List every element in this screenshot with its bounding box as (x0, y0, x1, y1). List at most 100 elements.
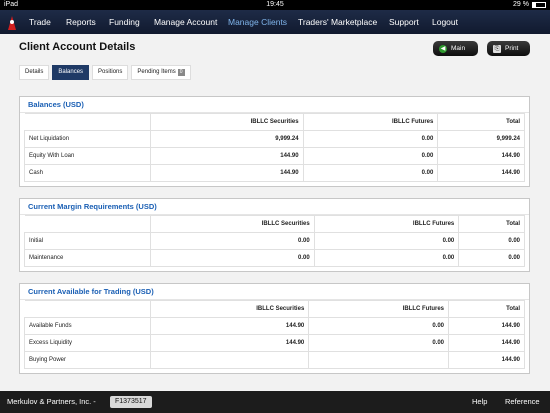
table-row: Net Liquidation 9,999.24 0.00 9,999.24 (24, 130, 525, 148)
ib-logo-icon (8, 16, 16, 30)
nav-manage-account[interactable]: Manage Account (154, 10, 217, 34)
panel-title: Balances (USD) (20, 97, 529, 113)
cell-value: 9,999.24 (150, 130, 304, 148)
table-row: Available Funds 144.90 0.00 144.90 (24, 317, 525, 335)
footer-separator: - (93, 397, 96, 406)
balances-panel: Balances (USD) IBLLC Securities IBLLC Fu… (19, 96, 530, 187)
panel-title: Current Margin Requirements (USD) (20, 199, 529, 215)
panel-title: Current Available for Trading (USD) (20, 284, 529, 300)
row-label: Available Funds (24, 317, 151, 335)
table-header-row: IBLLC Securities IBLLC Futures Total (24, 300, 525, 318)
row-label: Excess Liquidity (24, 334, 151, 352)
table-row: Excess Liquidity 144.90 0.00 144.90 (24, 334, 525, 352)
cell-value: 144.90 (149, 334, 310, 352)
row-label: Net Liquidation (24, 130, 151, 148)
nav-traders-marketplace[interactable]: Traders' Marketplace (298, 10, 377, 34)
table-row: Initial 0.00 0.00 0.00 (24, 232, 525, 250)
table-header-row: IBLLC Securities IBLLC Futures Total (24, 113, 525, 131)
tab-balances[interactable]: Balances (52, 65, 90, 80)
cell-value: 0.00 (302, 130, 439, 148)
company-name: Merkulov & Partners, Inc. (7, 397, 92, 406)
main-button[interactable]: ◀ Main (433, 41, 478, 56)
column-header: IBLLC Futures (313, 215, 460, 233)
battery-status: 29 % (513, 0, 546, 10)
available-for-trading-panel: Current Available for Trading (USD) IBLL… (19, 283, 530, 374)
row-label: Maintenance (24, 249, 151, 267)
nav-support[interactable]: Support (389, 10, 419, 34)
cell-value: 0.00 (302, 164, 439, 182)
clock: 19:45 (266, 1, 284, 8)
page-title: Client Account Details (19, 41, 136, 53)
cell-value: 0.00 (458, 232, 525, 250)
row-label: Equity With Loan (24, 147, 151, 165)
back-arrow-icon: ◀ (439, 44, 447, 53)
cell-value: 144.90 (448, 317, 525, 335)
cell-value: 144.90 (437, 164, 525, 182)
print-button-label: Print (505, 45, 519, 52)
pending-count-badge: 0 (177, 69, 185, 76)
nav-funding[interactable]: Funding (109, 10, 140, 34)
footer-company: Merkulov & Partners, Inc. - (7, 391, 96, 413)
cell-value: 0.00 (150, 232, 315, 250)
cell-value: 0.00 (308, 317, 450, 335)
balances-table: IBLLC Securities IBLLC Futures Total Net… (24, 113, 525, 182)
cell-value (308, 351, 450, 369)
header-blank (24, 113, 151, 131)
battery-percent: 29 % (513, 1, 529, 8)
column-header: Total (448, 300, 525, 318)
column-header: Total (437, 113, 525, 131)
table-row: Buying Power 144.90 (24, 351, 525, 369)
tab-label: Details (25, 69, 44, 75)
cell-value: 144.90 (150, 164, 304, 182)
header-blank (24, 300, 151, 318)
header-blank (24, 215, 151, 233)
cell-value: 9,999.24 (437, 130, 525, 148)
column-header: Total (458, 215, 525, 233)
row-label: Cash (24, 164, 151, 182)
cell-value: 144.90 (448, 351, 525, 369)
cell-value: 0.00 (308, 334, 450, 352)
account-id-badge: F1373517 (110, 396, 152, 408)
row-label: Buying Power (24, 351, 151, 369)
cell-value: 144.90 (437, 147, 525, 165)
cell-value: 144.90 (150, 147, 304, 165)
cell-value: 0.00 (313, 232, 460, 250)
print-button[interactable]: ⎘ Print (487, 41, 530, 56)
column-header: IBLLC Futures (302, 113, 439, 131)
nav-manage-clients[interactable]: Manage Clients (228, 10, 287, 34)
table-header-row: IBLLC Securities IBLLC Futures Total (24, 215, 525, 233)
battery-icon (532, 2, 546, 8)
reference-link[interactable]: Reference (505, 391, 540, 413)
tab-pending-items[interactable]: Pending Items 0 (131, 65, 191, 80)
tab-label: Positions (98, 69, 123, 75)
nav-logout[interactable]: Logout (432, 10, 458, 34)
account-tabs: Details Balances Positions Pending Items… (19, 65, 191, 80)
footer-bar: Merkulov & Partners, Inc. - F1373517 Hel… (0, 391, 550, 413)
table-row: Maintenance 0.00 0.00 0.00 (24, 249, 525, 267)
column-header: IBLLC Securities (149, 300, 310, 318)
tab-label: Balances (58, 69, 84, 75)
cell-value: 0.00 (313, 249, 460, 267)
column-header: IBLLC Futures (308, 300, 450, 318)
table-row: Cash 144.90 0.00 144.90 (24, 164, 525, 182)
main-navigation: Trade Reports Funding Manage Account Man… (0, 10, 550, 34)
tab-label: Pending Items (137, 69, 176, 75)
margin-requirements-panel: Current Margin Requirements (USD) IBLLC … (19, 198, 530, 272)
tab-positions[interactable]: Positions (92, 65, 129, 80)
status-bar: iPad 19:45 29 % (0, 0, 550, 10)
margin-table: IBLLC Securities IBLLC Futures Total Ini… (24, 215, 525, 267)
help-link[interactable]: Help (472, 391, 487, 413)
available-trading-table: IBLLC Securities IBLLC Futures Total Ava… (24, 300, 525, 369)
cell-value: 144.90 (448, 334, 525, 352)
main-button-label: Main (451, 45, 466, 52)
nav-reports[interactable]: Reports (66, 10, 96, 34)
print-icon: ⎘ (493, 44, 501, 53)
row-label: Initial (24, 232, 151, 250)
tab-details[interactable]: Details (19, 65, 50, 80)
nav-trade[interactable]: Trade (29, 10, 51, 34)
column-header: IBLLC Securities (150, 113, 304, 131)
cell-value: 144.90 (149, 317, 310, 335)
column-header: IBLLC Securities (150, 215, 315, 233)
cell-value: 0.00 (458, 249, 525, 267)
cell-value: 0.00 (150, 249, 315, 267)
